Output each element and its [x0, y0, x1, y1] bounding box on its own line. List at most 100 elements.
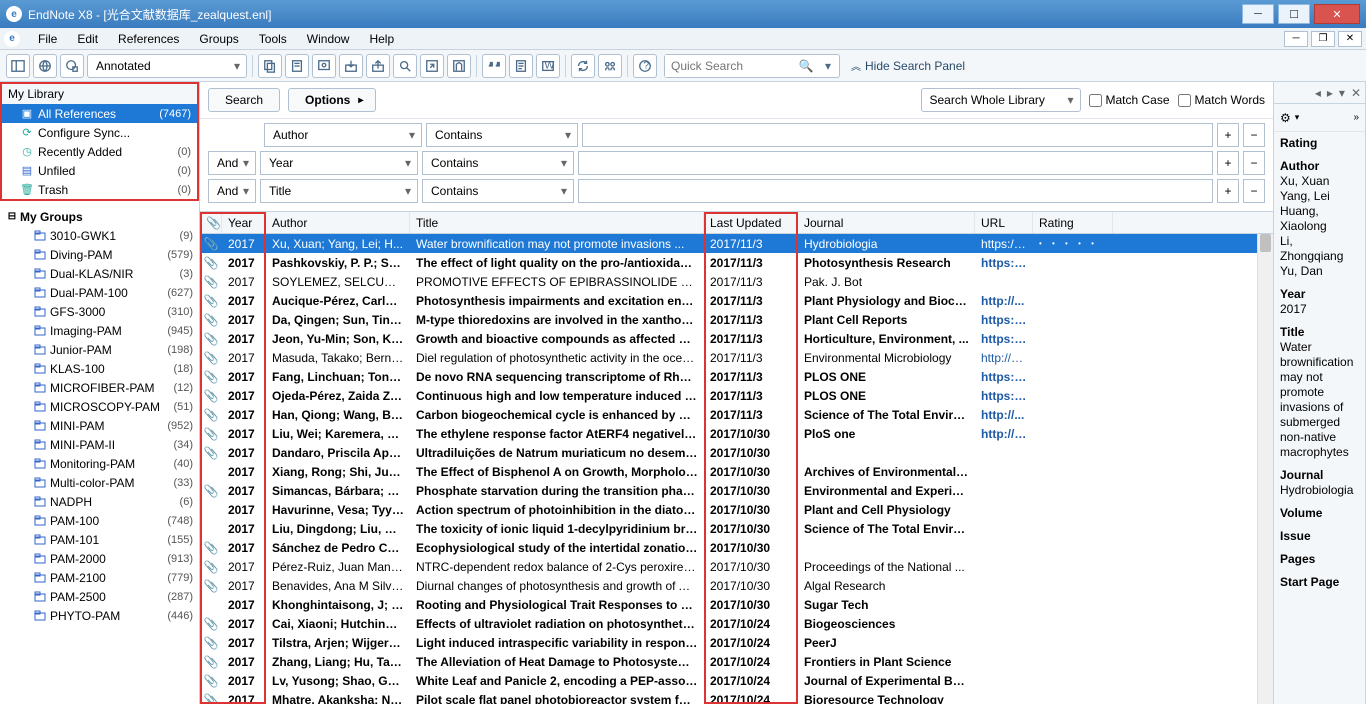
- library-item-all-references[interactable]: ▣All References(7467): [2, 104, 197, 123]
- share-button[interactable]: [598, 54, 622, 78]
- options-button[interactable]: Options: [288, 88, 376, 112]
- my-groups-header[interactable]: ⊟My Groups: [0, 207, 199, 226]
- group-nadph[interactable]: NADPH(6): [0, 492, 199, 511]
- quick-search[interactable]: 🔍 ▾: [664, 54, 840, 78]
- doc-close-button[interactable]: ✕: [1338, 31, 1362, 47]
- reference-row[interactable]: 📎2017SOYLEMEZ, SELCUK; K...PROMOTIVE EFF…: [200, 272, 1273, 291]
- add-row-button[interactable]: +: [1217, 151, 1239, 175]
- reference-row[interactable]: 📎2017Xu, Xuan; Yang, Lei; H...Water brow…: [200, 234, 1273, 253]
- maximize-button[interactable]: ☐: [1278, 4, 1310, 24]
- menu-file[interactable]: File: [28, 32, 67, 46]
- reference-row[interactable]: 2017Xiang, Rong; Shi, Junqi...The Effect…: [200, 462, 1273, 481]
- menu-references[interactable]: References: [108, 32, 189, 46]
- goto-word-button[interactable]: W: [536, 54, 560, 78]
- reference-row[interactable]: 2017Havurinne, Vesa; Tyyst...Action spec…: [200, 500, 1273, 519]
- reference-row[interactable]: 📎2017Jeon, Yu-Min; Son, Ki-...Growth and…: [200, 329, 1273, 348]
- col-journal[interactable]: Journal: [798, 212, 975, 233]
- col-title[interactable]: Title: [410, 212, 704, 233]
- group-monitoring-pam[interactable]: Monitoring-PAM(40): [0, 454, 199, 473]
- export-button[interactable]: [366, 54, 390, 78]
- quick-search-input[interactable]: [665, 55, 795, 77]
- menu-window[interactable]: Window: [297, 32, 360, 46]
- field-selector[interactable]: Year: [260, 151, 418, 175]
- reference-row[interactable]: 📎2017Simancas, Bárbara; Cot...Phosphate …: [200, 481, 1273, 500]
- col-rating[interactable]: Rating: [1033, 212, 1113, 233]
- group-pam-2000[interactable]: PAM-2000(913): [0, 549, 199, 568]
- col-year[interactable]: Year: [222, 212, 266, 233]
- group-pam-101[interactable]: PAM-101(155): [0, 530, 199, 549]
- reference-row[interactable]: 📎2017Pashkovskiy, P. P.; Sos...The effec…: [200, 253, 1273, 272]
- doc-minimize-button[interactable]: ─: [1284, 31, 1308, 47]
- col-attachment[interactable]: 📎: [200, 212, 222, 233]
- library-item-recently-added[interactable]: ◷Recently Added(0): [2, 142, 197, 161]
- hide-search-panel-button[interactable]: ︽ Hide Search Panel: [851, 58, 965, 73]
- add-row-button[interactable]: +: [1217, 123, 1239, 147]
- globe-lock-button[interactable]: [60, 54, 84, 78]
- reference-row[interactable]: 📎2017Fang, Linchuan; Tong, ...De novo RN…: [200, 367, 1273, 386]
- field-selector[interactable]: Title: [260, 179, 418, 203]
- reference-row[interactable]: 2017Liu, Dingdong; Liu, Hui...The toxici…: [200, 519, 1273, 538]
- col-url[interactable]: URL: [975, 212, 1033, 233]
- group-microfiber-pam[interactable]: MICROFIBER-PAM(12): [0, 378, 199, 397]
- online-search-button[interactable]: [312, 54, 336, 78]
- scrollbar-thumb[interactable]: [1260, 234, 1271, 252]
- vertical-scrollbar[interactable]: [1257, 234, 1273, 704]
- prev-tab-icon[interactable]: ◂: [1315, 86, 1321, 100]
- search-icon[interactable]: 🔍: [795, 59, 817, 73]
- reference-row[interactable]: 📎2017Mhatre, Akanksha; Na...Pilot scale …: [200, 690, 1273, 704]
- help-button[interactable]: ?: [633, 54, 657, 78]
- library-item-unfiled[interactable]: ▤Unfiled(0): [2, 161, 197, 180]
- doc-restore-button[interactable]: ❐: [1311, 31, 1335, 47]
- reference-row[interactable]: 📎2017Masuda, Takako; Berná...Diel regula…: [200, 348, 1273, 367]
- next-tab-icon[interactable]: ▸: [1327, 86, 1333, 100]
- find-fulltext-button[interactable]: [393, 54, 417, 78]
- group-phyto-pam[interactable]: PHYTO-PAM(446): [0, 606, 199, 625]
- search-dropdown-icon[interactable]: ▾: [817, 59, 839, 73]
- field-selector[interactable]: Author: [264, 123, 422, 147]
- reference-row[interactable]: 📎2017Cai, Xiaoni; Hutchins, ...Effects o…: [200, 614, 1273, 633]
- sync-button[interactable]: [571, 54, 595, 78]
- add-row-button[interactable]: +: [1217, 179, 1239, 203]
- col-last-updated[interactable]: Last Updated: [704, 212, 798, 233]
- operator-selector[interactable]: Contains: [422, 151, 574, 175]
- new-ref-button[interactable]: [285, 54, 309, 78]
- reference-row[interactable]: 📎2017Lv, Yusong; Shao, Gao...White Leaf …: [200, 671, 1273, 690]
- layout-button[interactable]: [6, 54, 30, 78]
- reference-row[interactable]: 📎2017Aucique-Pérez, Carlos ...Photosynth…: [200, 291, 1273, 310]
- remove-row-button[interactable]: −: [1243, 151, 1265, 175]
- insert-citation-button[interactable]: [482, 54, 506, 78]
- reference-row[interactable]: 📎2017Liu, Wei; Karemera, N.J...The ethyl…: [200, 424, 1273, 443]
- copy-ref-button[interactable]: [258, 54, 282, 78]
- search-scope-selector[interactable]: Search Whole Library: [921, 88, 1081, 112]
- reference-row[interactable]: 📎2017Sánchez de Pedro Cre...Ecophysiolog…: [200, 538, 1273, 557]
- remove-row-button[interactable]: −: [1243, 179, 1265, 203]
- format-button[interactable]: [509, 54, 533, 78]
- group-klas-100[interactable]: KLAS-100(18): [0, 359, 199, 378]
- reference-row[interactable]: 📎2017Han, Qiong; Wang, Ba...Carbon bioge…: [200, 405, 1273, 424]
- remove-row-button[interactable]: −: [1243, 123, 1265, 147]
- group-microscopy-pam[interactable]: MICROSCOPY-PAM(51): [0, 397, 199, 416]
- minimize-button[interactable]: ─: [1242, 4, 1274, 24]
- tab-menu-icon[interactable]: ▾: [1339, 86, 1345, 100]
- group-dual-klas-nir[interactable]: Dual-KLAS/NIR(3): [0, 264, 199, 283]
- group-pam-2100[interactable]: PAM-2100(779): [0, 568, 199, 587]
- style-selector[interactable]: Annotated: [87, 54, 247, 78]
- search-value-input[interactable]: [578, 151, 1213, 175]
- reference-row[interactable]: 2017Khonghintaisong, J; So...Rooting and…: [200, 595, 1273, 614]
- reference-row[interactable]: 📎2017Pérez-Ruiz, Juan Manue...NTRC-depen…: [200, 557, 1273, 576]
- menu-help[interactable]: Help: [359, 32, 404, 46]
- group-dual-pam-100[interactable]: Dual-PAM-100(627): [0, 283, 199, 302]
- open-link-button[interactable]: [420, 54, 444, 78]
- group-pam-100[interactable]: PAM-100(748): [0, 511, 199, 530]
- match-case-checkbox[interactable]: Match Case: [1089, 93, 1170, 107]
- menu-groups[interactable]: Groups: [189, 32, 248, 46]
- reference-row[interactable]: 📎2017Da, Qingen; Sun, Ting; ...M-type th…: [200, 310, 1273, 329]
- bool-selector[interactable]: And: [208, 151, 256, 175]
- group-pam-2500[interactable]: PAM-2500(287): [0, 587, 199, 606]
- menu-edit[interactable]: Edit: [67, 32, 108, 46]
- search-value-input[interactable]: [578, 179, 1213, 203]
- reference-row[interactable]: 📎2017Ojeda-Pérez, Zaida Zar...Continuous…: [200, 386, 1273, 405]
- group-imaging-pam[interactable]: Imaging-PAM(945): [0, 321, 199, 340]
- operator-selector[interactable]: Contains: [422, 179, 574, 203]
- group-3010-gwk1[interactable]: 3010-GWK1(9): [0, 226, 199, 245]
